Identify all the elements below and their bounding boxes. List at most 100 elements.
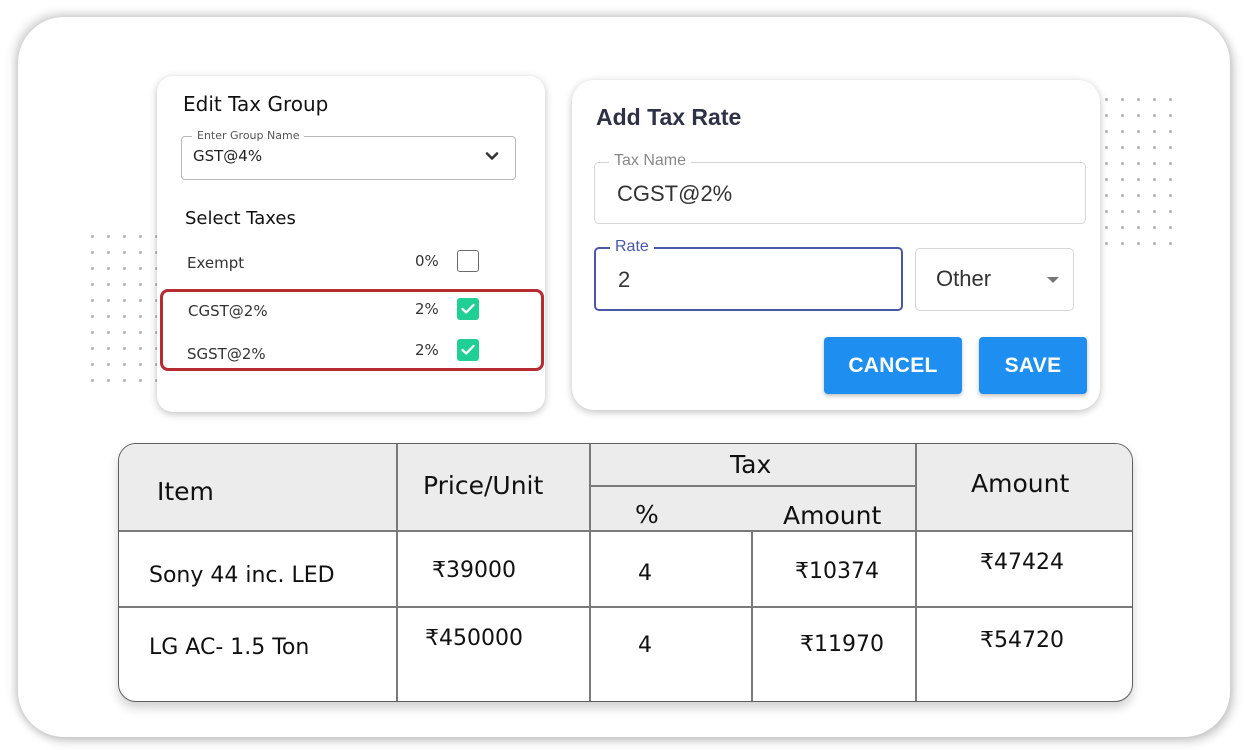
decorative-dot: [1121, 114, 1124, 117]
decorative-dot: [1169, 194, 1172, 197]
decorative-dot: [1121, 178, 1124, 181]
decorative-dot: [123, 315, 126, 318]
add-tax-rate-card: Add Tax Rate Tax Name CGST@2% Rate 2 Oth…: [572, 80, 1100, 410]
decorative-dot: [139, 267, 142, 270]
group-name-value: GST@4%: [193, 147, 263, 165]
decorative-dot: [107, 299, 110, 302]
decorative-dot: [1153, 194, 1156, 197]
decorative-dot: [1169, 114, 1172, 117]
decorative-dot: [1169, 178, 1172, 181]
header-tax-amount: Amount: [783, 501, 882, 530]
decorative-dot: [1153, 162, 1156, 165]
decorative-dot: [91, 251, 94, 254]
decorative-dot: [1105, 130, 1108, 133]
decorative-dot: [91, 347, 94, 350]
decorative-dot: [123, 267, 126, 270]
decorative-dot: [91, 299, 94, 302]
decorative-dot: [107, 363, 110, 366]
decorative-dot: [91, 363, 94, 366]
decorative-dot: [1121, 226, 1124, 229]
decorative-dot: [1105, 178, 1108, 181]
decorative-dot: [1137, 178, 1140, 181]
cell-price: ₹39000: [432, 558, 516, 583]
decorative-dot: [1137, 98, 1140, 101]
header-price-unit: Price/Unit: [423, 471, 544, 500]
header-amount: Amount: [971, 469, 1070, 498]
decorative-dot: [107, 315, 110, 318]
column-divider: [589, 444, 591, 701]
decorative-dot: [1137, 194, 1140, 197]
decorative-dot: [1169, 242, 1172, 245]
decorative-dot: [123, 347, 126, 350]
decorative-dot: [123, 283, 126, 286]
decorative-dot: [1153, 130, 1156, 133]
decorative-dot: [91, 315, 94, 318]
tax-option-checkbox[interactable]: [457, 250, 479, 272]
chevron-down-icon[interactable]: [485, 149, 499, 163]
row-divider: [119, 606, 1132, 608]
cell-amount: ₹54720: [980, 628, 1064, 653]
decorative-dot: [1153, 146, 1156, 149]
decorative-dot: [123, 331, 126, 334]
row-divider: [119, 530, 1132, 532]
decorative-dot: [1137, 162, 1140, 165]
decorative-dot: [1169, 146, 1172, 149]
decorative-dot: [123, 299, 126, 302]
decorative-dot: [123, 251, 126, 254]
decorative-dot: [91, 379, 94, 382]
tax-option-rate: 0%: [415, 252, 439, 270]
decorative-dot: [107, 347, 110, 350]
rate-input[interactable]: Rate 2: [594, 238, 903, 311]
decorative-dot: [1121, 194, 1124, 197]
decorative-dot: [123, 379, 126, 382]
decorative-dot: [139, 283, 142, 286]
decorative-dot: [107, 331, 110, 334]
column-divider: [915, 444, 917, 701]
tax-name-input[interactable]: Tax Name CGST@2%: [594, 152, 1086, 224]
decorative-dot: [1153, 210, 1156, 213]
decorative-dot: [1153, 242, 1156, 245]
decorative-dot: [123, 235, 126, 238]
decorative-dot: [1153, 178, 1156, 181]
decorative-dot: [91, 283, 94, 286]
decorative-dot: [1105, 114, 1108, 117]
decorative-dot: [1137, 226, 1140, 229]
decorative-dot: [1137, 130, 1140, 133]
decorative-dot: [107, 283, 110, 286]
decorative-dot: [139, 363, 142, 366]
save-button[interactable]: SAVE: [979, 337, 1087, 394]
tax-type-select[interactable]: Other: [915, 248, 1074, 311]
select-taxes-title: Select Taxes: [185, 208, 296, 229]
rate-label: Rate: [610, 238, 654, 256]
add-tax-rate-title: Add Tax Rate: [596, 104, 742, 130]
decorative-dot: [1153, 114, 1156, 117]
decorative-dot: [1105, 194, 1108, 197]
decorative-dot: [1169, 210, 1172, 213]
header-tax: Tax: [730, 450, 772, 479]
decorative-dot: [1105, 242, 1108, 245]
decorative-dot: [1121, 242, 1124, 245]
invoice-table: Item Price/Unit Tax % Amount Amount Sony…: [118, 443, 1133, 702]
decorative-dot: [139, 235, 142, 238]
cell-item: Sony 44 inc. LED: [149, 563, 335, 588]
decorative-dot: [1105, 146, 1108, 149]
tax-option-row: Exempt 0%: [157, 248, 545, 278]
decorative-dot: [107, 251, 110, 254]
decorative-dot: [91, 267, 94, 270]
cell-tax-percent: 4: [638, 561, 652, 586]
decorative-dot: [1105, 98, 1108, 101]
decorative-dot: [139, 379, 142, 382]
cell-price: ₹450000: [425, 626, 523, 651]
tax-type-value: Other: [936, 266, 992, 291]
edit-tax-group-title: Edit Tax Group: [183, 92, 329, 116]
dropdown-arrow-icon[interactable]: [1047, 277, 1059, 283]
decorative-dot: [1153, 98, 1156, 101]
decorative-dot: [1121, 98, 1124, 101]
decorative-dot: [1105, 210, 1108, 213]
selected-taxes-highlight: [160, 289, 544, 371]
group-name-label: Enter Group Name: [192, 129, 305, 142]
cancel-button[interactable]: CANCEL: [824, 337, 962, 394]
group-name-select[interactable]: Enter Group Name GST@4%: [181, 129, 516, 180]
decorative-dot: [139, 251, 142, 254]
cell-tax-amount: ₹10374: [795, 559, 879, 584]
